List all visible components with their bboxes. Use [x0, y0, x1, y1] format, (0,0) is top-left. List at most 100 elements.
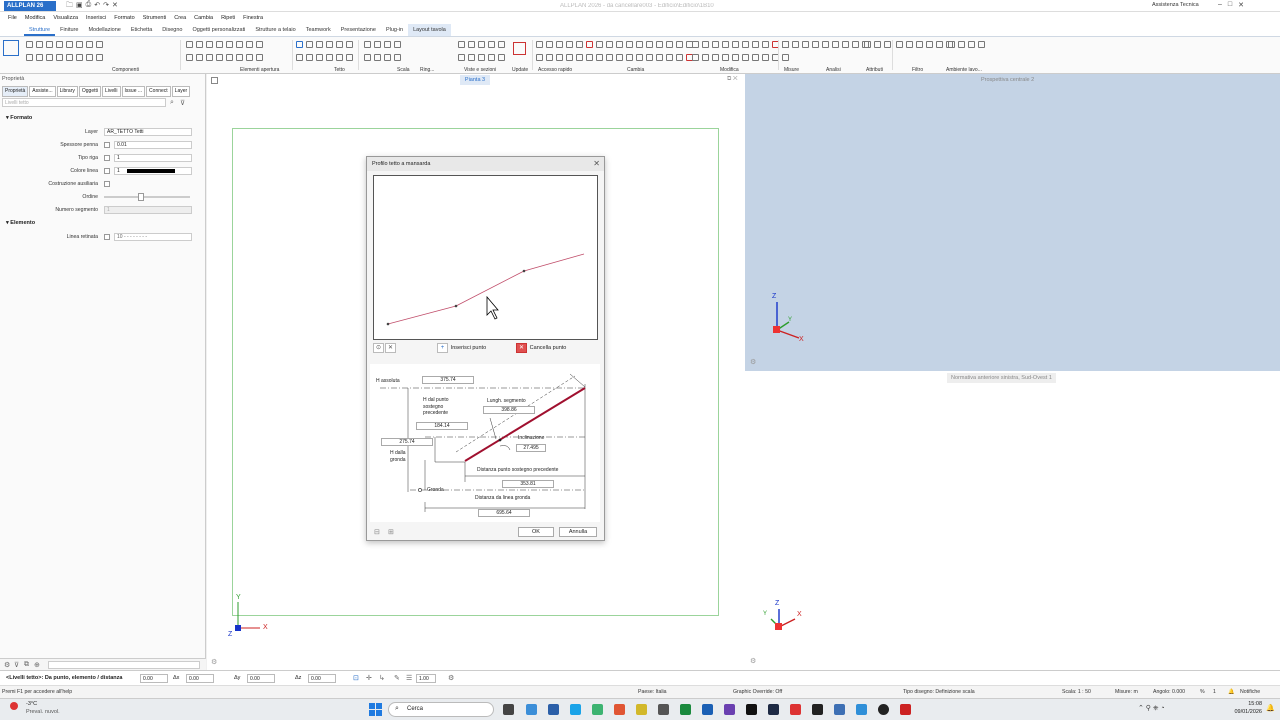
menu-item[interactable]: Modifica: [21, 12, 49, 24]
chrome-icon[interactable]: [592, 704, 603, 715]
plan-icon[interactable]: [478, 54, 485, 61]
update-icon[interactable]: [513, 42, 526, 55]
ok-button[interactable]: OK: [518, 527, 554, 537]
workspace-icon[interactable]: [978, 41, 985, 48]
frame-icon[interactable]: [216, 54, 223, 61]
section-formato[interactable]: ▾ Formato: [6, 115, 32, 121]
copy-icon[interactable]: [666, 54, 673, 61]
menu-item[interactable]: Inserisci: [82, 12, 110, 24]
detail-icon[interactable]: [488, 41, 495, 48]
mirror-icon[interactable]: [666, 41, 673, 48]
cut-icon[interactable]: [468, 54, 475, 61]
layer-icon[interactable]: [488, 54, 495, 61]
linetype-icon[interactable]: [646, 54, 653, 61]
scale-input[interactable]: 1.00: [416, 674, 436, 683]
clock-date[interactable]: 09/01/2026: [1228, 709, 1262, 715]
edit-icon[interactable]: [722, 41, 729, 48]
glass-icon[interactable]: [226, 54, 233, 61]
menu-item[interactable]: Formato: [110, 12, 138, 24]
roof-cover-icon[interactable]: [316, 54, 323, 61]
analysis-icon[interactable]: [842, 41, 849, 48]
groove-icon[interactable]: [66, 54, 73, 61]
fillet-icon[interactable]: [606, 41, 613, 48]
viewport-settings-icon[interactable]: ⚙: [750, 358, 756, 366]
foundation-icon[interactable]: [26, 54, 33, 61]
edit-icon[interactable]: [692, 41, 699, 48]
task-view-icon[interactable]: [503, 704, 514, 715]
filter-icon[interactable]: [906, 41, 913, 48]
weather-icon[interactable]: [10, 702, 18, 710]
media-icon[interactable]: [746, 704, 757, 715]
teams-icon[interactable]: [724, 704, 735, 715]
section-elemento[interactable]: ▾ Elemento: [6, 220, 35, 226]
panel-tab[interactable]: Connect: [146, 86, 171, 97]
roof-plane-icon[interactable]: [306, 41, 313, 48]
offset-icon[interactable]: [656, 41, 663, 48]
filter-icon[interactable]: [936, 41, 943, 48]
zoom-fit-icon[interactable]: ⊙: [373, 343, 384, 353]
edit-icon[interactable]: [752, 41, 759, 48]
analysis-icon[interactable]: [812, 41, 819, 48]
tab-finiture[interactable]: Finiture: [55, 24, 83, 36]
coord-input[interactable]: 0.00: [140, 674, 168, 683]
align-icon[interactable]: [556, 54, 563, 61]
track-icon[interactable]: ↳: [379, 674, 385, 682]
pen-icon[interactable]: [626, 54, 633, 61]
handrail-icon[interactable]: [384, 54, 391, 61]
profile-graph[interactable]: [373, 175, 598, 340]
h-eave-field[interactable]: 275.74: [381, 438, 433, 446]
maximize-icon[interactable]: □: [1228, 1, 1232, 9]
profile-point[interactable]: [522, 269, 526, 273]
edit-icon[interactable]: [762, 41, 769, 48]
edit-icon[interactable]: [752, 54, 759, 61]
trim-icon[interactable]: [616, 41, 623, 48]
group-icon[interactable]: [596, 54, 603, 61]
plinth-icon[interactable]: [96, 54, 103, 61]
stringer-icon[interactable]: [394, 54, 401, 61]
tab-plugin[interactable]: Plug-in: [381, 24, 408, 36]
lintel-icon[interactable]: [246, 41, 253, 48]
settings-icon[interactable]: ⚙: [448, 674, 454, 682]
print-icon[interactable]: ⎙: [86, 1, 92, 12]
slab-icon[interactable]: [56, 41, 63, 48]
edge-icon[interactable]: [526, 704, 537, 715]
seg-len-field[interactable]: 398.86: [483, 406, 535, 414]
beam-icon[interactable]: [46, 41, 53, 48]
dist-prev-field[interactable]: 353.81: [502, 480, 554, 488]
tray-icons[interactable]: ⌃ ⚲ ⎈ ◔: [1138, 704, 1165, 713]
attribute-icon[interactable]: [874, 41, 881, 48]
edit-icon[interactable]: [732, 54, 739, 61]
stair-icon[interactable]: [66, 41, 73, 48]
app-icon[interactable]: [658, 704, 669, 715]
linetype-checkbox[interactable]: [104, 155, 110, 161]
railing-icon[interactable]: [374, 41, 381, 48]
insert-point-button[interactable]: + Inserisci punto: [437, 343, 486, 353]
macro-icon[interactable]: [196, 54, 203, 61]
grid-icon[interactable]: [536, 54, 543, 61]
filter-icon[interactable]: [896, 41, 903, 48]
filter-icon[interactable]: ⊽: [14, 661, 19, 669]
panel-tab[interactable]: Proprietà: [2, 86, 29, 97]
edit-icon[interactable]: [702, 54, 709, 61]
code-icon[interactable]: [768, 704, 779, 715]
edit-icon[interactable]: [712, 54, 719, 61]
viewport-restore-icon[interactable]: ⧉ ✕: [727, 76, 738, 83]
dist-eave-field[interactable]: 695.64: [478, 509, 530, 517]
skype-icon[interactable]: [570, 704, 581, 715]
folder-icon[interactable]: 🗀: [66, 1, 73, 12]
explode-icon[interactable]: [586, 54, 593, 61]
tab-etichetta[interactable]: Etichetta: [126, 24, 157, 36]
panel-tab[interactable]: Livelli: [102, 86, 121, 97]
line-icon[interactable]: [536, 41, 543, 48]
tab-layout[interactable]: Layout tavola: [408, 24, 451, 36]
elevation-viewport[interactable]: Normativa anteriore sinistra, Sud-Ovest …: [745, 371, 1280, 670]
filter-icon[interactable]: [926, 41, 933, 48]
step-icon[interactable]: [364, 54, 371, 61]
excel-icon[interactable]: [680, 704, 691, 715]
section-icon[interactable]: [468, 41, 475, 48]
hatch-icon[interactable]: [576, 41, 583, 48]
attribute-icon[interactable]: [864, 41, 871, 48]
match-icon[interactable]: [566, 54, 573, 61]
start-icon[interactable]: [369, 703, 382, 716]
redo-icon[interactable]: ↷: [103, 1, 109, 12]
